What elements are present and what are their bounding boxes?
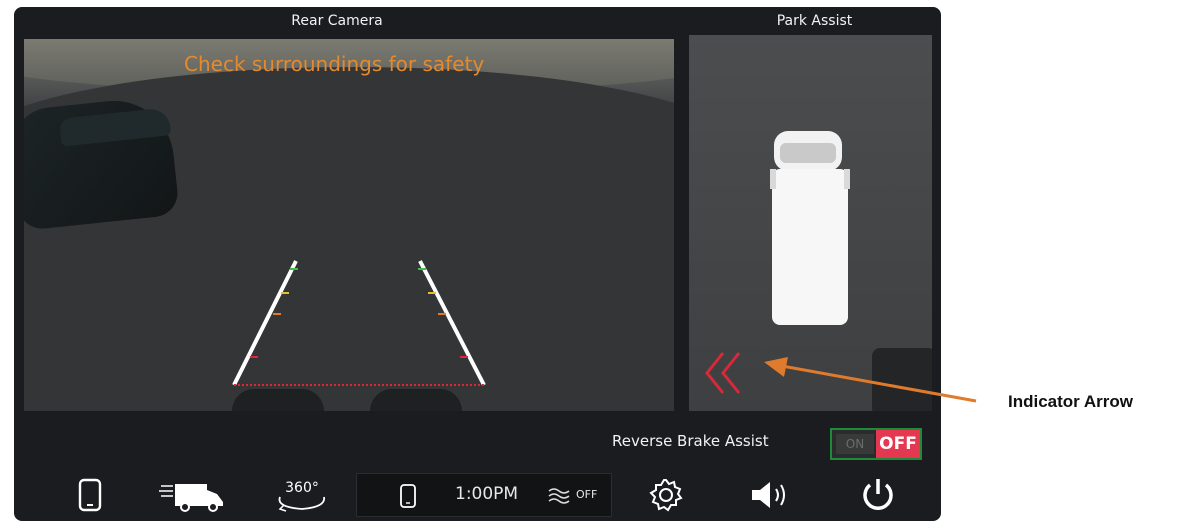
callout-arrow-head	[764, 357, 788, 377]
callout-arrow-line	[781, 364, 977, 403]
annotation-overlay	[764, 357, 977, 403]
indicator-arrow-callout: Indicator Arrow	[1008, 392, 1133, 411]
